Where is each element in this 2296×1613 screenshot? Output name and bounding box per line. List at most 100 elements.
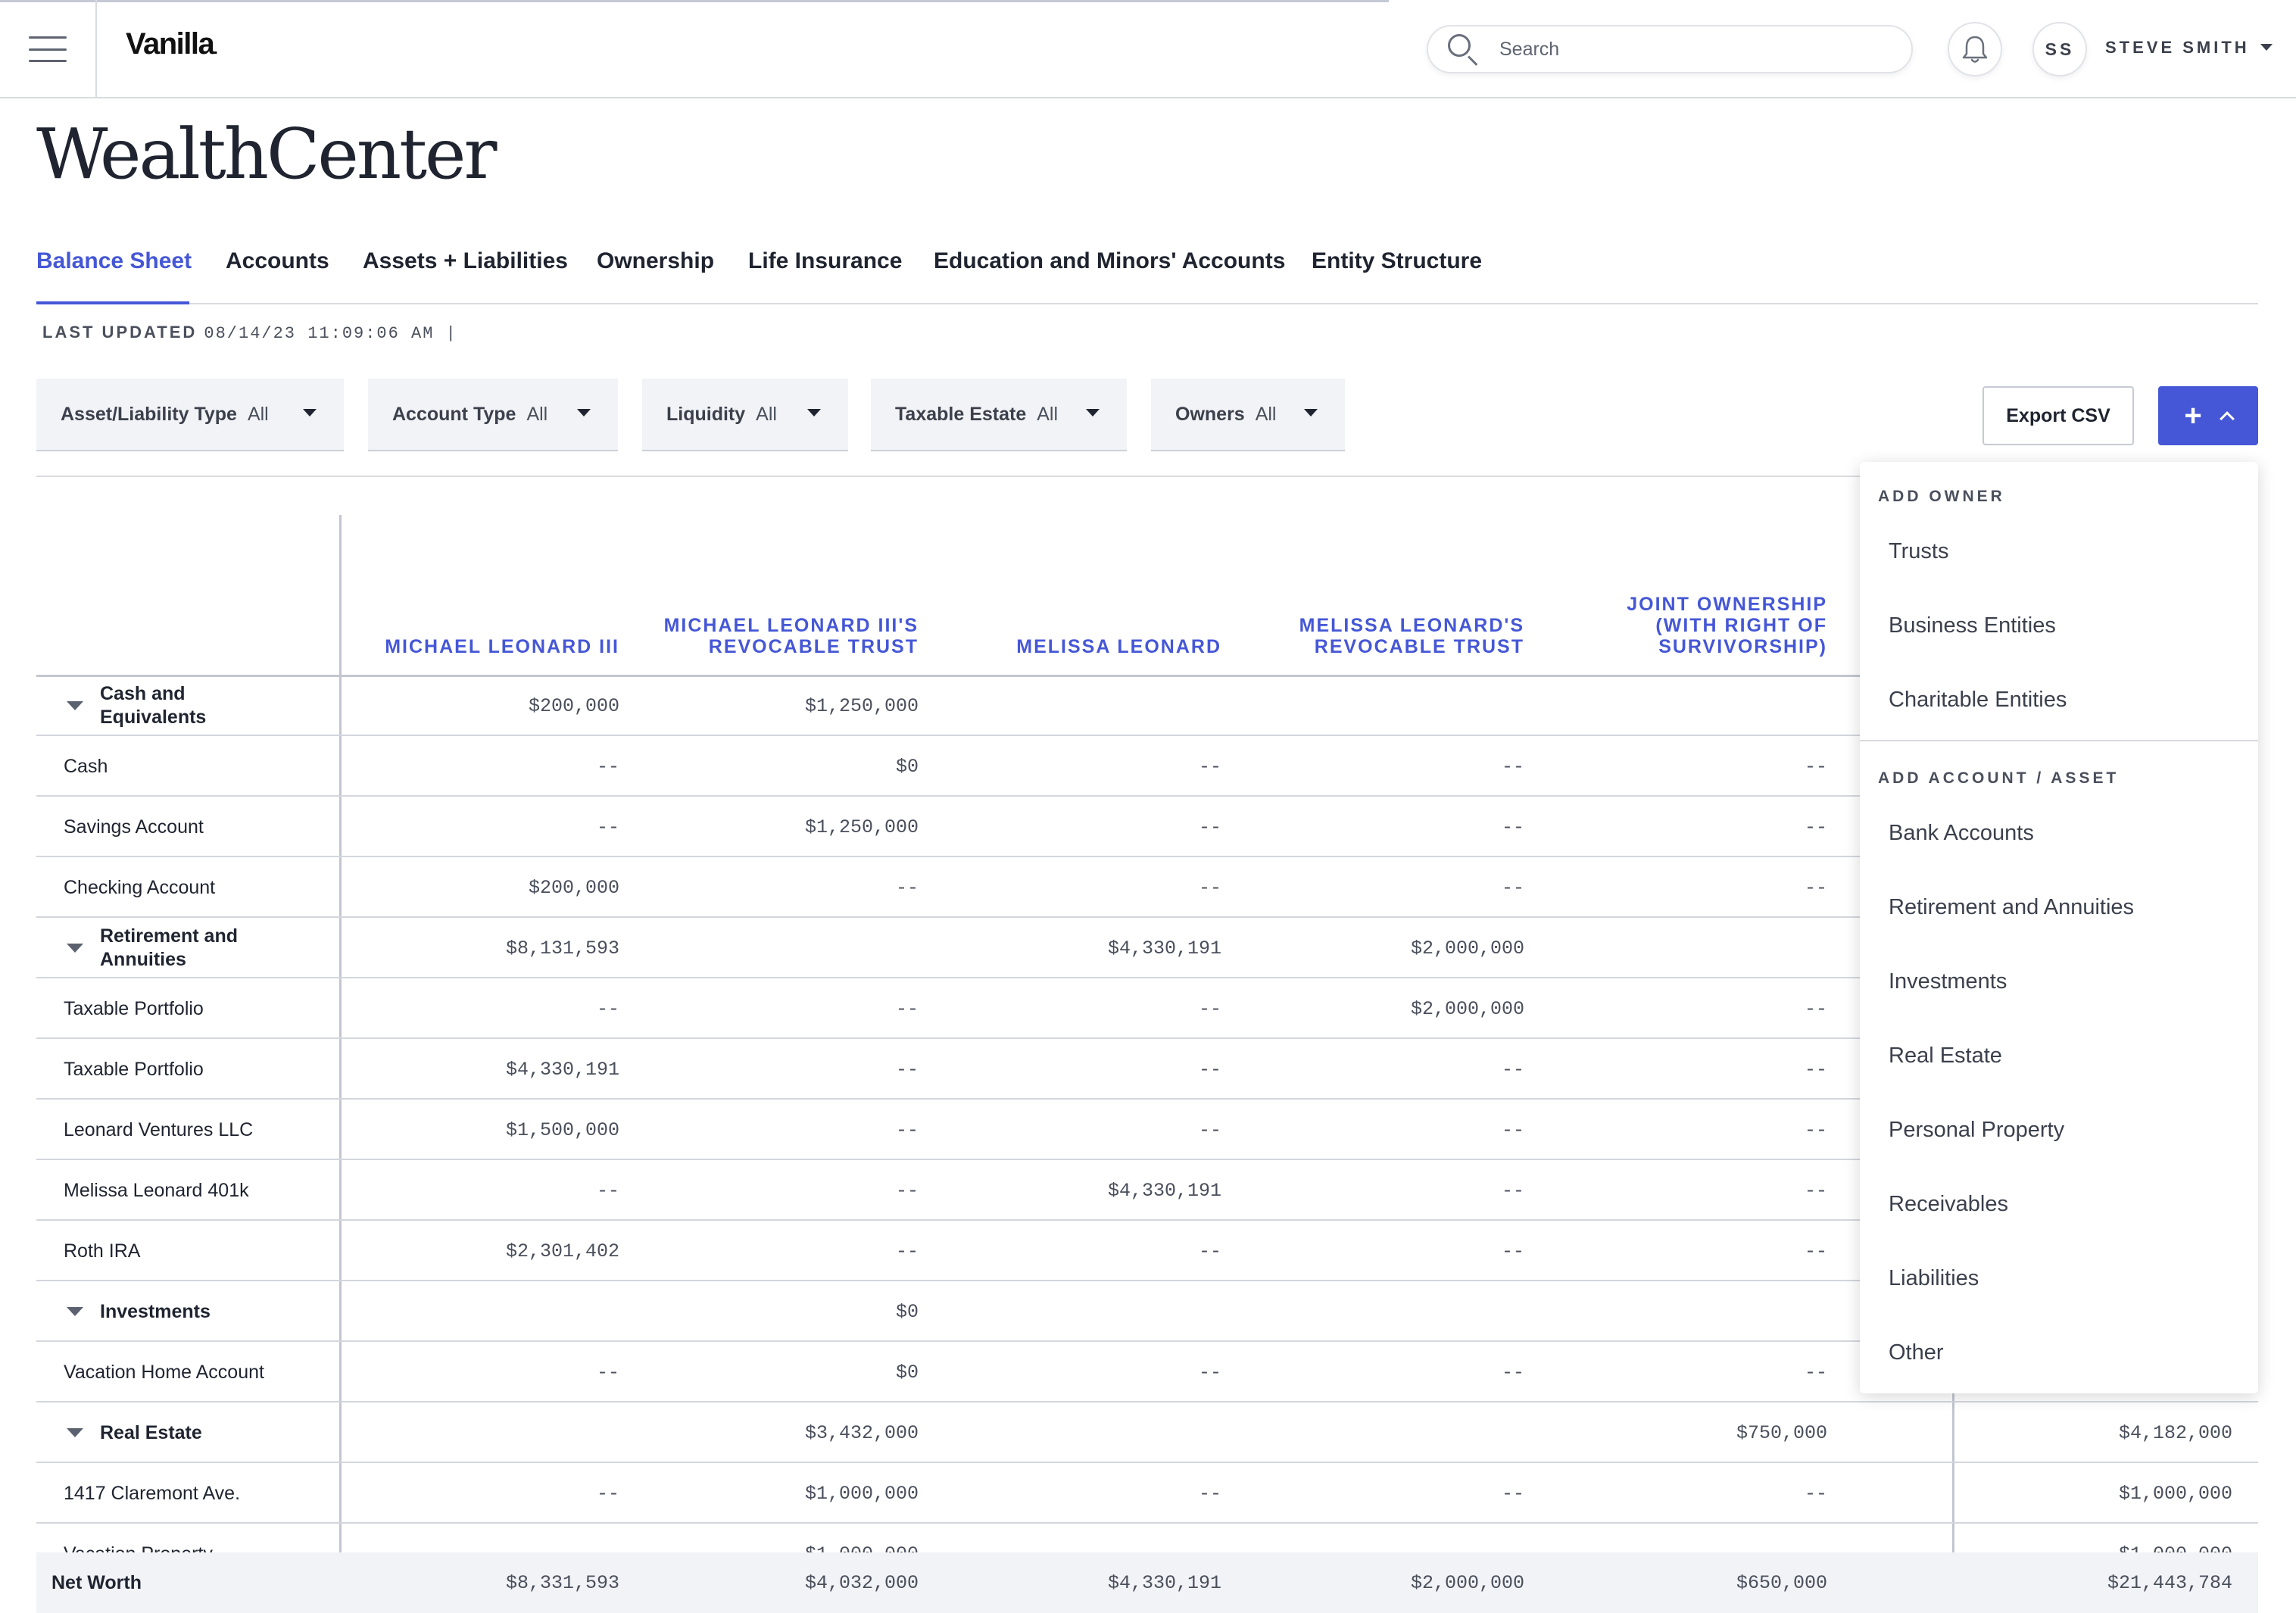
logo[interactable]: Vanilla. <box>126 27 217 61</box>
search-input[interactable] <box>1499 39 1878 61</box>
collapse-caret-icon[interactable] <box>67 1428 83 1437</box>
net-worth-cell: $2,000,000 <box>1252 1552 1524 1613</box>
tab-label: Ownership <box>597 248 714 273</box>
tab-education-minors-accounts[interactable]: Education and Minors' Accounts <box>934 248 1285 274</box>
menu-item-other[interactable]: Other <box>1889 1340 1944 1365</box>
table-cell: -- <box>1252 1221 1524 1281</box>
table-cell: $0 <box>646 1281 919 1342</box>
net-worth-cell: $21,443,784 <box>1960 1552 2232 1613</box>
table-cell: -- <box>949 1221 1221 1281</box>
table-cell: $4,330,191 <box>949 1160 1221 1221</box>
add-dropdown-menu: ADD OWNER Trusts Business Entities Chari… <box>1860 462 2258 1393</box>
filter-owners[interactable]: Owners All <box>1151 379 1345 451</box>
table-cell: $1,250,000 <box>646 675 919 736</box>
menu-item-real-estate[interactable]: Real Estate <box>1889 1044 2002 1069</box>
table-cell: -- <box>949 1100 1221 1160</box>
caret-down-icon <box>1086 409 1100 417</box>
table-cell: -- <box>949 857 1221 918</box>
net-worth-label: Net Worth <box>51 1552 142 1613</box>
table-cell: -- <box>646 857 919 918</box>
column-header-michael-leonard-iii[interactable]: MICHAEL LEONARD III <box>271 515 619 675</box>
caret-down-icon <box>1304 409 1318 417</box>
table-cell: -- <box>1252 1100 1524 1160</box>
table-cell <box>646 918 919 978</box>
tab-bar: Balance Sheet Accounts Assets + Liabilit… <box>36 242 2258 304</box>
table-cell: -- <box>347 978 619 1039</box>
menu-item-personal-property[interactable]: Personal Property <box>1889 1118 2064 1143</box>
chevron-down-icon[interactable] <box>2260 44 2273 51</box>
column-header-melissa-leonard-s-revocable-trust[interactable]: MELISSA LEONARD'SREVOCABLE TRUST <box>1176 515 1524 675</box>
table-cell: $1,000,000 <box>1960 1463 2232 1524</box>
table-cell: -- <box>949 1463 1221 1524</box>
column-header-michael-leonard-iii-s-revocable-trust[interactable]: MICHAEL LEONARD III'SREVOCABLE TRUST <box>570 515 919 675</box>
table-cell: -- <box>1555 797 1827 857</box>
tab-accounts[interactable]: Accounts <box>226 248 329 274</box>
table-cell: $0 <box>646 736 919 797</box>
net-worth-cell: $8,331,593 <box>347 1552 619 1613</box>
tab-life-insurance[interactable]: Life Insurance <box>748 248 902 274</box>
filter-taxable-estate[interactable]: Taxable Estate All <box>871 379 1127 451</box>
table-cell: -- <box>949 797 1221 857</box>
export-csv-button[interactable]: Export CSV <box>1982 386 2134 445</box>
table-cell <box>1555 1281 1827 1342</box>
table-row[interactable]: 1417 Claremont Ave.--$1,000,000------$1,… <box>36 1463 2258 1524</box>
table-cell: $0 <box>646 1342 919 1402</box>
add-button[interactable]: + <box>2158 386 2258 445</box>
tab-balance-sheet[interactable]: Balance Sheet <box>36 248 192 274</box>
page-load-progress <box>0 0 1389 2</box>
row-label: Taxable Portfolio <box>64 978 204 1039</box>
row-label: Vacation Home Account <box>64 1342 264 1402</box>
tab-entity-structure[interactable]: Entity Structure <box>1312 248 1482 274</box>
net-worth-row: Net Worth $8,331,593$4,032,000$4,330,191… <box>36 1552 2258 1613</box>
menu-button[interactable] <box>0 0 97 98</box>
column-header-line: (WITH RIGHT OF <box>1627 615 1827 636</box>
user-name[interactable]: STEVE SMITH <box>2105 38 2250 58</box>
filter-liquidity[interactable]: Liquidity All <box>642 379 848 451</box>
notifications-button[interactable] <box>1948 22 2002 76</box>
collapse-caret-icon[interactable] <box>67 701 83 710</box>
caret-down-icon <box>303 409 317 417</box>
table-cell: -- <box>646 1100 919 1160</box>
top-bar: Vanilla. SS STEVE SMITH <box>0 0 2296 98</box>
table-cell: -- <box>347 736 619 797</box>
group-row[interactable]: Real Estate$3,432,000$750,000$4,182,000 <box>36 1402 2258 1463</box>
filter-asset-liability-type[interactable]: Asset/Liability Type All <box>36 379 344 451</box>
collapse-caret-icon[interactable] <box>67 944 83 953</box>
table-cell: -- <box>1555 1463 1827 1524</box>
menu-item-bank-accounts[interactable]: Bank Accounts <box>1889 821 2034 846</box>
row-label: Checking Account <box>64 857 215 918</box>
search-box[interactable] <box>1427 25 1913 73</box>
table-cell: -- <box>1555 978 1827 1039</box>
table-cell: $200,000 <box>347 675 619 736</box>
filter-value: All <box>756 404 777 426</box>
table-cell: -- <box>646 1039 919 1100</box>
menu-item-charitable-entities[interactable]: Charitable Entities <box>1889 688 2067 713</box>
filter-label: Asset/Liability Type <box>61 404 237 426</box>
menu-item-trusts[interactable]: Trusts <box>1889 539 1948 564</box>
table-cell: -- <box>1555 1342 1827 1402</box>
filter-label: Account Type <box>392 404 516 426</box>
tab-assets-liabilities[interactable]: Assets + Liabilities <box>363 248 568 274</box>
table-cell <box>949 1281 1221 1342</box>
table-cell: -- <box>1555 1039 1827 1100</box>
menu-item-retirement-annuities[interactable]: Retirement and Annuities <box>1889 895 2134 920</box>
menu-item-liabilities[interactable]: Liabilities <box>1889 1266 1979 1291</box>
table-cell: $1,250,000 <box>646 797 919 857</box>
table-cell: $1,500,000 <box>347 1100 619 1160</box>
tab-label: Assets + Liabilities <box>363 248 568 273</box>
menu-section-add-account-asset: ADD ACCOUNT / ASSET <box>1878 769 2119 788</box>
column-header-joint-ownership-with-right-of-survivorship[interactable]: JOINT OWNERSHIP(WITH RIGHT OFSURVIVORSHI… <box>1479 515 1827 675</box>
collapse-caret-icon[interactable] <box>67 1307 83 1316</box>
menu-item-investments[interactable]: Investments <box>1889 969 2007 994</box>
tab-ownership[interactable]: Ownership <box>597 248 714 274</box>
tab-label: Education and Minors' Accounts <box>934 248 1285 273</box>
menu-item-business-entities[interactable]: Business Entities <box>1889 613 2056 638</box>
table-cell: -- <box>1555 1221 1827 1281</box>
row-label: Cash <box>64 736 108 797</box>
table-cell: $4,330,191 <box>347 1039 619 1100</box>
table-cell: -- <box>646 978 919 1039</box>
menu-item-receivables[interactable]: Receivables <box>1889 1192 2008 1217</box>
filter-account-type[interactable]: Account Type All <box>368 379 618 451</box>
column-header-melissa-leonard[interactable]: MELISSA LEONARD <box>873 515 1221 675</box>
avatar[interactable]: SS <box>2032 22 2087 76</box>
